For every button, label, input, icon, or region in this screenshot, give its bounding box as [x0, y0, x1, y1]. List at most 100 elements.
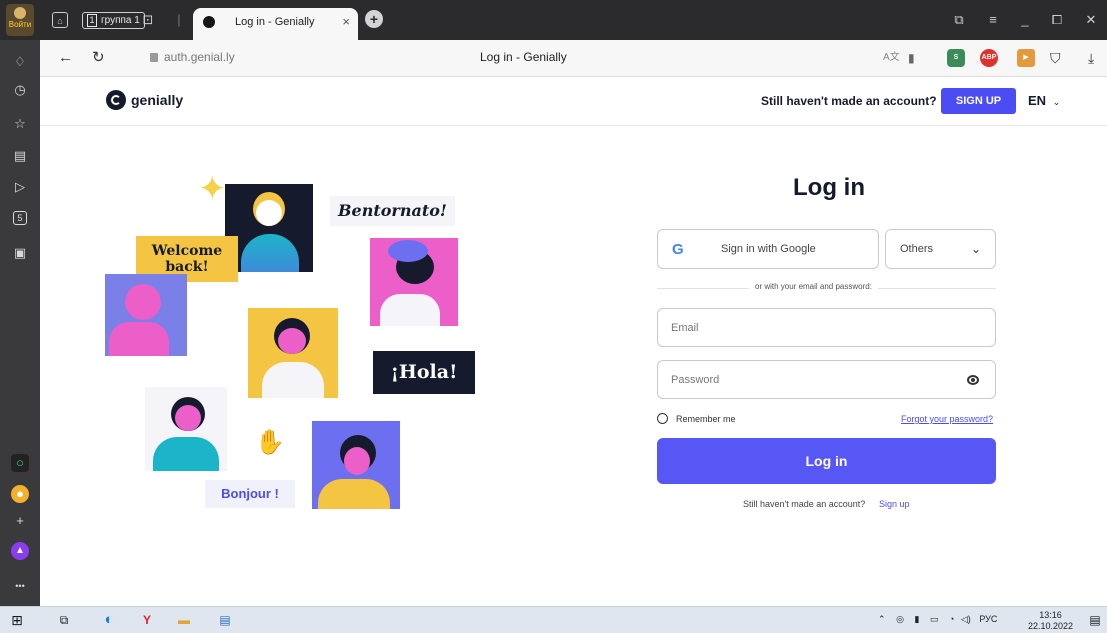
screen: Войти ⌂ 1 группа 1 ⊡ | Log in - Genially … — [0, 0, 1107, 633]
login-title: Log in — [793, 174, 865, 201]
tab-title: Log in - Genially — [235, 16, 315, 28]
remember-radio-icon[interactable] — [657, 413, 668, 424]
volume-icon[interactable]: ◁) — [961, 614, 971, 624]
language-label: EN — [1028, 93, 1047, 108]
app-icon-2[interactable]: ● — [11, 485, 29, 503]
document-app-icon[interactable]: ▤ — [216, 611, 234, 629]
email-input[interactable] — [658, 309, 995, 346]
bottom-signup-link[interactable]: Sign up — [879, 499, 910, 509]
password-field[interactable] — [657, 360, 996, 399]
person-panel-center — [248, 308, 338, 398]
tab-genially[interactable]: Log in - Genially × — [193, 8, 358, 40]
bubble-hola: ¡Hola! — [373, 351, 475, 394]
wallet-icon[interactable]: ⛉ — [1050, 49, 1061, 67]
google-signin-label: Sign in with Google — [721, 243, 816, 255]
favorites-icon[interactable]: ☆ — [11, 115, 29, 133]
play-icon[interactable]: ▷ — [11, 178, 29, 196]
notifications-icon[interactable]: ♢ — [11, 53, 29, 71]
restore-icon[interactable]: ⧠ — [1050, 12, 1064, 28]
minimize-icon[interactable]: _ — [1018, 12, 1032, 28]
app-icon-1[interactable]: ○ — [11, 454, 29, 472]
address-page-title: Log in - Genially — [480, 50, 567, 64]
bookmark-icon[interactable]: ▮ — [908, 49, 915, 67]
tab-group-chip[interactable]: 1 группа 1 — [82, 12, 145, 29]
waving-hand-icon: ✋ — [255, 429, 285, 456]
bottom-question: Still haven't made an account? — [743, 499, 866, 509]
email-field[interactable] — [657, 308, 996, 347]
tab-group-label: группа 1 — [101, 15, 140, 26]
tab-close-icon[interactable]: × — [342, 14, 350, 29]
back-icon[interactable]: ← — [58, 49, 73, 67]
add-to-group-icon[interactable]: ⊡ — [140, 12, 156, 28]
divider-text: or with your email and password: — [749, 282, 878, 291]
google-signin-button[interactable]: G Sign in with Google — [657, 229, 879, 269]
history-icon[interactable]: ◷ — [11, 81, 29, 99]
windows-start-icon[interactable]: ⊞ — [8, 611, 26, 629]
bubble-bentornato: Bentornato! — [330, 196, 455, 226]
password-input[interactable] — [658, 361, 995, 398]
notifications-center-icon[interactable]: ▤ — [1086, 611, 1104, 629]
add-app-icon[interactable]: + — [11, 512, 29, 530]
microphone-icon[interactable]: ▮ — [914, 614, 919, 624]
url-text: auth.genial.ly — [164, 50, 235, 64]
task-view-icon[interactable]: ⧉ — [55, 611, 73, 629]
download-icon[interactable]: ⤓ — [1088, 49, 1094, 67]
windows-taskbar: ⊞ ⧉ ◐ Y ▬ ▤ ⌃ ◎ ▮ ▭ ◔ ◁) РУС 13:16 22.10… — [0, 606, 1107, 633]
camera-icon[interactable]: ◎ — [896, 614, 904, 624]
battery-icon[interactable]: ▭ — [930, 614, 939, 624]
tab-group-count: 1 — [87, 14, 97, 27]
system-tray: ⌃ ◎ ▮ ▭ ◔ ◁) РУС — [878, 614, 997, 625]
new-tab-button[interactable]: + — [365, 10, 383, 28]
genially-logo-icon — [106, 90, 126, 110]
screenshot-icon[interactable]: ▣ — [11, 244, 29, 262]
site-header: genially Still haven't made an account? … — [40, 77, 1107, 126]
menu-icon[interactable]: ≡ — [986, 12, 1000, 28]
keyboard-language[interactable]: РУС — [979, 614, 997, 624]
tab-separator: | — [177, 12, 181, 27]
clock-date: 22.10.2022 — [1028, 621, 1074, 631]
browser-tab-bar: Войти ⌂ 1 группа 1 ⊡ | Log in - Genially … — [0, 0, 1107, 40]
forgot-password-link[interactable]: Forgot your password? — [901, 414, 993, 424]
edge-icon[interactable]: ◐ — [100, 611, 118, 629]
url-field[interactable]: auth.genial.ly — [150, 50, 235, 64]
collections-icon[interactable]: ⧉ — [952, 12, 966, 28]
yandex-icon[interactable]: Y — [138, 611, 156, 629]
show-password-eye-icon[interactable] — [967, 375, 979, 385]
close-window-icon[interactable]: ✕ — [1084, 12, 1098, 28]
adblock-icon[interactable]: ABP — [980, 49, 998, 67]
system-clock[interactable]: 13:16 22.10.2022 — [1028, 610, 1073, 632]
others-dropdown[interactable]: Others ⌄ — [885, 229, 996, 269]
file-explorer-icon[interactable]: ▬ — [175, 611, 193, 629]
browser-login-button[interactable]: Войти — [6, 4, 34, 36]
person-panel-right — [370, 238, 458, 326]
remember-me-label: Remember me — [676, 413, 736, 424]
tray-expand-icon[interactable]: ⌃ — [878, 614, 886, 624]
remember-me-checkbox[interactable]: Remember me — [657, 413, 736, 424]
chevron-down-icon: ⌄ — [1052, 97, 1061, 107]
language-selector[interactable]: EN ⌄ — [1028, 93, 1060, 108]
google-icon: G — [672, 241, 684, 258]
header-signup-button[interactable]: SIGN UP — [941, 88, 1016, 114]
genially-favicon-icon — [203, 16, 215, 28]
browser-sidebar: ♢ ◷ ☆ ▤ ▷ 5 ▣ ○ ● + ▲ ••• — [0, 40, 40, 606]
person-panel-bottom-right — [312, 421, 400, 509]
reload-icon[interactable]: ↻ — [92, 49, 105, 67]
others-label: Others — [900, 243, 934, 255]
user-avatar-icon — [14, 7, 26, 19]
extension-icon[interactable]: ▶ — [1017, 49, 1035, 67]
translate-icon[interactable]: A文 — [883, 49, 900, 67]
clock-time: 13:16 — [1039, 610, 1062, 620]
extension-shield-icon[interactable]: S — [947, 49, 965, 67]
login-submit-button[interactable]: Log in — [657, 438, 996, 484]
counter-icon[interactable]: 5 — [13, 211, 27, 225]
address-bar: ← ↻ auth.genial.ly Log in - Genially A文 … — [40, 40, 1107, 77]
alice-assistant-icon[interactable]: ▲ — [11, 542, 29, 560]
chevron-down-icon: ⌄ — [970, 242, 981, 256]
wifi-icon[interactable]: ◔ — [949, 614, 954, 624]
notes-icon[interactable]: ▤ — [11, 147, 29, 165]
genially-logo[interactable]: genially — [106, 90, 183, 110]
browser-login-label: Войти — [8, 20, 32, 29]
more-icon[interactable]: ••• — [11, 577, 29, 595]
tab-count-icon[interactable]: ⌂ — [52, 12, 68, 28]
bubble-bonjour: Bonjour ! — [205, 480, 295, 508]
